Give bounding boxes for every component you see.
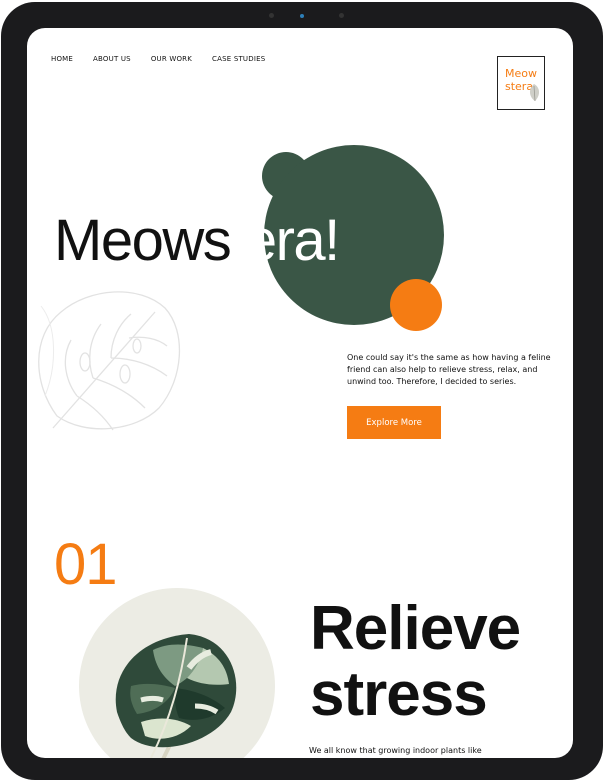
logo[interactable]: Meowstera. bbox=[497, 56, 545, 110]
tablet-frame: HOME ABOUT US OUR WORK CASE STUDIES Meow… bbox=[1, 2, 603, 780]
logo-leaf-icon bbox=[529, 84, 540, 102]
sensor-icon bbox=[339, 13, 344, 18]
section-heading-line-1: Relieve bbox=[310, 594, 521, 663]
section-number: 01 bbox=[54, 532, 118, 597]
sensor-icon bbox=[269, 13, 274, 18]
section-heading: Relieve stress bbox=[310, 594, 521, 729]
hero-title-part-1: Meows bbox=[54, 208, 232, 273]
monstera-leaf-outline-icon bbox=[38, 291, 181, 431]
section-heading-line-2: stress bbox=[310, 660, 488, 729]
explore-more-button[interactable]: Explore More bbox=[347, 406, 441, 439]
nav-item-our-work[interactable]: OUR WORK bbox=[151, 55, 192, 63]
plant-illustration-circle bbox=[79, 588, 275, 758]
hero-title-part-2: tera! bbox=[230, 208, 340, 273]
monstera-leaf-illustration-icon bbox=[115, 634, 237, 758]
nav-item-home[interactable]: HOME bbox=[51, 55, 73, 63]
nav-item-case-studies[interactable]: CASE STUDIES bbox=[212, 55, 265, 63]
screen: HOME ABOUT US OUR WORK CASE STUDIES Meow… bbox=[27, 28, 573, 758]
camera-icon bbox=[300, 14, 304, 18]
nav-item-about-us[interactable]: ABOUT US bbox=[93, 55, 131, 63]
main-nav: HOME ABOUT US OUR WORK CASE STUDIES bbox=[51, 55, 285, 63]
decorative-orange-circle bbox=[390, 279, 442, 331]
section-teaser-text: We all know that growing indoor plants l… bbox=[309, 746, 482, 755]
hero-title: Meowstera! bbox=[54, 206, 340, 276]
hero-description: One could say it's the same as how havin… bbox=[347, 353, 551, 386]
